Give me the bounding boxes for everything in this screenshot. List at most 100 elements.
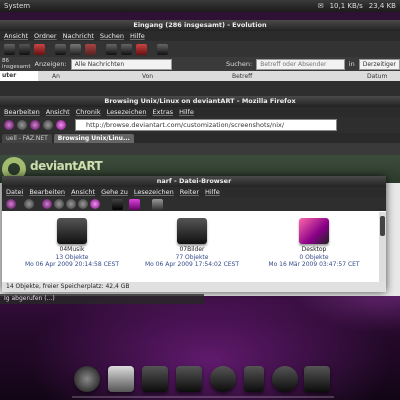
scrollbar[interactable] bbox=[379, 212, 386, 282]
cancel-icon[interactable] bbox=[157, 43, 168, 55]
reply-icon[interactable] bbox=[34, 43, 45, 55]
folder-count: 0 Objekte bbox=[299, 253, 329, 261]
search-input[interactable]: Betreff oder Absender bbox=[256, 58, 345, 70]
tab-deviantart[interactable]: Browsing Unix/Linu... bbox=[53, 133, 134, 143]
window-title: narf - Datei-Browser bbox=[2, 176, 386, 187]
show-filter-select[interactable]: Alle Nachrichten bbox=[70, 58, 172, 70]
forward-icon[interactable] bbox=[70, 43, 81, 55]
menu-ordner[interactable]: Ordner bbox=[34, 31, 57, 41]
folder-count: 13 Objekte bbox=[55, 253, 89, 261]
back-icon[interactable] bbox=[6, 199, 16, 209]
home-icon[interactable] bbox=[56, 120, 66, 130]
typewriter-icon[interactable] bbox=[142, 366, 168, 392]
evolution-window: Eingang (286 insgesamt) - Evolution Ansi… bbox=[0, 20, 400, 100]
delete-icon[interactable] bbox=[106, 43, 117, 55]
calculator-icon[interactable] bbox=[176, 366, 202, 392]
folder-item[interactable]: Desktop 0 Objekte Mo 16 Mär 2009 03:47:5… bbox=[264, 218, 364, 269]
url-bar[interactable]: http://browse.deviantart.com/customizati… bbox=[75, 119, 337, 131]
search-icon[interactable] bbox=[129, 198, 140, 210]
menu-nachricht[interactable]: Nachricht bbox=[63, 31, 94, 41]
file-browser-menubar: Datei Bearbeiten Ansicht Gehe zu Lesezei… bbox=[2, 187, 386, 197]
search-label: Suchen: bbox=[225, 60, 253, 68]
menu-reiter[interactable]: Reiter bbox=[180, 187, 199, 197]
menu-ansicht[interactable]: Ansicht bbox=[46, 107, 70, 117]
desktop-folder-icon bbox=[299, 218, 329, 244]
menu-lesezeichen[interactable]: Lesezeichen bbox=[134, 187, 174, 197]
back-icon[interactable] bbox=[4, 120, 14, 130]
document-icon[interactable] bbox=[304, 366, 330, 392]
column-betreff[interactable]: Betreff bbox=[232, 73, 367, 80]
reload-icon[interactable] bbox=[30, 120, 40, 130]
menu-hilfe[interactable]: Hilfe bbox=[205, 187, 220, 197]
stop-icon[interactable] bbox=[43, 120, 53, 130]
menu-ansicht[interactable]: Ansicht bbox=[4, 31, 28, 41]
menu-extras[interactable]: Extras bbox=[153, 107, 174, 117]
folder-count: 86 insgesamt bbox=[2, 58, 31, 70]
menu-bearbeiten[interactable]: Bearbeiten bbox=[4, 107, 40, 117]
menu-gehe-zu[interactable]: Gehe zu bbox=[101, 187, 128, 197]
navigation-toolbar: http://browse.deviantart.com/customizati… bbox=[0, 117, 400, 133]
window-title: Eingang (286 insgesamt) - Evolution bbox=[0, 20, 400, 31]
status-bar: 14 Objekte, freier Speicherplatz: 42,4 G… bbox=[2, 282, 386, 292]
net-down-readout: 10,1 KB/s bbox=[329, 2, 363, 10]
column-an[interactable]: An bbox=[38, 73, 142, 80]
folder-date: Mo 06 Apr 2009 20:14:58 CEST bbox=[24, 261, 120, 268]
tab-faz[interactable]: uell - FAZ.NET bbox=[2, 133, 52, 143]
folder-item[interactable]: 07Bilder 77 Objekte Mo 06 Apr 2009 17:54… bbox=[142, 218, 242, 269]
firefox-menubar: Bearbeiten Ansicht Chronik Lesezeichen E… bbox=[0, 107, 400, 117]
top-panel: System ✉ 10,1 KB/s 23,4 KB bbox=[0, 0, 400, 12]
send-receive-icon[interactable] bbox=[19, 43, 30, 55]
menu-hilfe[interactable]: Hilfe bbox=[179, 107, 194, 117]
print-icon[interactable] bbox=[85, 43, 96, 55]
terminal-icon[interactable] bbox=[112, 198, 123, 210]
folder-item[interactable]: 04Musik 13 Objekte Mo 06 Apr 2009 20:14:… bbox=[22, 218, 122, 269]
banner-text: deviantART bbox=[30, 159, 103, 173]
evolution-menubar: Ansicht Ordner Nachricht Suchen Hilfe bbox=[0, 31, 400, 41]
menu-hilfe[interactable]: Hilfe bbox=[130, 31, 145, 41]
folder-item[interactable]: uter bbox=[0, 71, 38, 81]
home-icon[interactable] bbox=[78, 199, 88, 209]
evolution-toolbar bbox=[0, 41, 400, 57]
dock-shelf bbox=[72, 396, 334, 398]
mail-icon[interactable]: ✉ bbox=[318, 0, 324, 12]
column-datum[interactable]: Datum bbox=[367, 73, 387, 80]
window-title: Browsing Unix/Linux on deviantART - Mozi… bbox=[0, 96, 400, 107]
folder-name: Desktop bbox=[301, 246, 327, 253]
finder-icon[interactable] bbox=[74, 366, 100, 392]
menu-bearbeiten[interactable]: Bearbeiten bbox=[29, 187, 65, 197]
guitar-icon[interactable] bbox=[244, 366, 264, 392]
search-in-label: in bbox=[348, 60, 355, 68]
junk-icon[interactable] bbox=[121, 43, 132, 55]
net-up-readout: 23,4 KB bbox=[368, 2, 396, 10]
computer-icon[interactable] bbox=[90, 199, 100, 209]
folder-name: 04Musik bbox=[59, 246, 85, 253]
file-browser-toolbar bbox=[2, 197, 386, 211]
menu-suchen[interactable]: Suchen bbox=[100, 31, 124, 41]
new-mail-icon[interactable] bbox=[4, 43, 15, 55]
portrait-icon[interactable] bbox=[108, 366, 134, 392]
system-menu[interactable]: System bbox=[4, 0, 30, 12]
up-icon[interactable] bbox=[42, 199, 52, 209]
folder-date: Mo 06 Apr 2009 17:54:02 CEST bbox=[144, 261, 240, 268]
headphones-icon[interactable] bbox=[272, 366, 298, 392]
evolution-filter-bar: 86 insgesamt Anzeigen: Alle Nachrichten … bbox=[0, 57, 400, 71]
dock bbox=[72, 360, 334, 398]
not-junk-icon[interactable] bbox=[136, 43, 147, 55]
panel-indicators: ✉ 10,1 KB/s 23,4 KB bbox=[318, 0, 396, 12]
menu-chronik[interactable]: Chronik bbox=[76, 107, 101, 117]
menu-datei[interactable]: Datei bbox=[6, 187, 23, 197]
menu-ansicht[interactable]: Ansicht bbox=[71, 187, 95, 197]
menu-lesezeichen[interactable]: Lesezeichen bbox=[107, 107, 147, 117]
trash-icon[interactable] bbox=[152, 198, 163, 210]
folder-name: 07Bilder bbox=[179, 246, 205, 253]
scrollbar-thumb[interactable] bbox=[380, 216, 385, 236]
folder-icon bbox=[177, 218, 207, 244]
column-von[interactable]: Von bbox=[142, 73, 232, 80]
forward-icon[interactable] bbox=[24, 199, 34, 209]
stop-icon[interactable] bbox=[54, 199, 64, 209]
forward-icon[interactable] bbox=[17, 120, 27, 130]
search-scope-select[interactable]: Derzeitiger bbox=[358, 58, 400, 70]
gear-icon[interactable] bbox=[210, 366, 236, 392]
reload-icon[interactable] bbox=[66, 199, 76, 209]
reply-all-icon[interactable] bbox=[55, 43, 66, 55]
